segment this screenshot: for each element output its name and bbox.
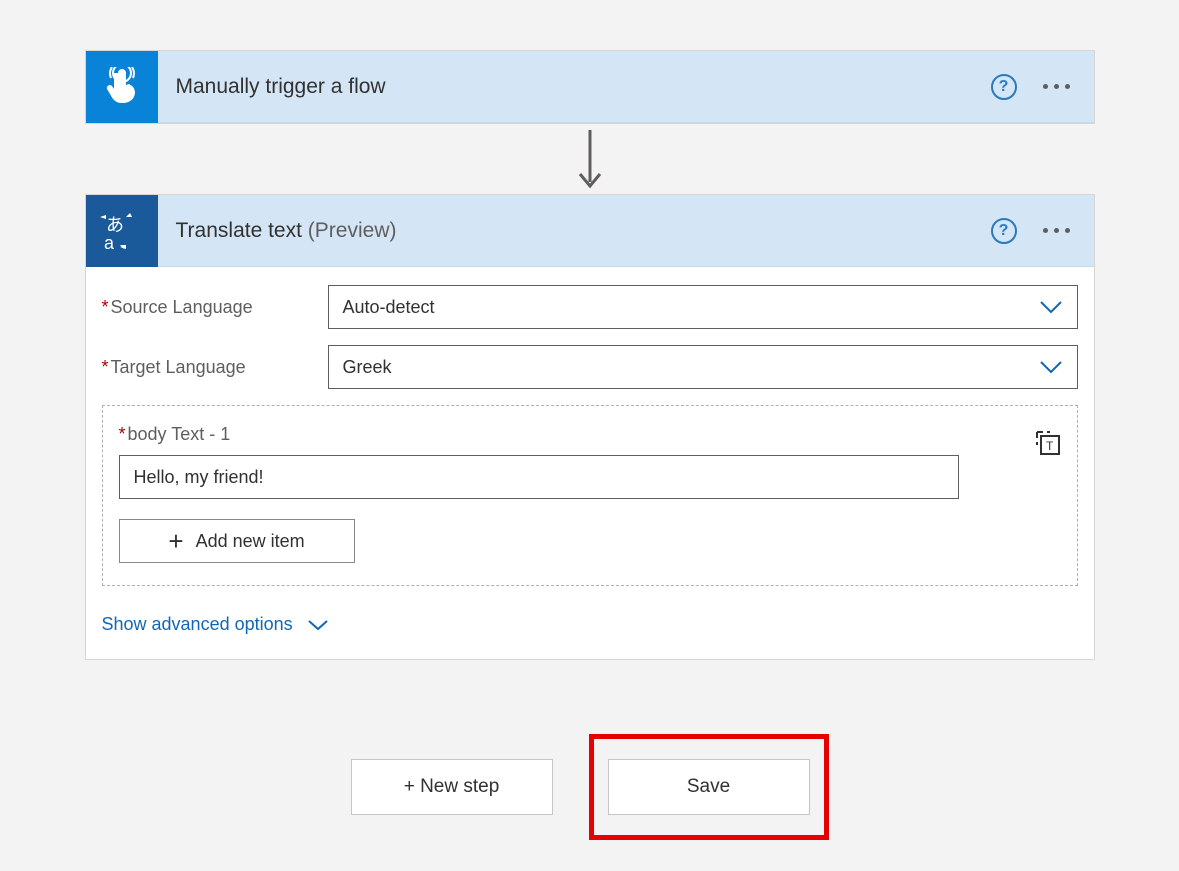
add-new-item-label: Add new item (196, 531, 305, 552)
trigger-title: Manually trigger a flow (176, 75, 991, 99)
help-icon[interactable]: ? (991, 218, 1017, 244)
svg-text:a: a (104, 233, 115, 253)
help-icon[interactable]: ? (991, 74, 1017, 100)
chevron-down-icon (1039, 300, 1063, 314)
add-new-item-button[interactable]: + Add new item (119, 519, 355, 563)
source-language-value: Auto-detect (343, 297, 435, 318)
svg-text:T: T (1046, 439, 1054, 453)
body-text-label: *body Text - 1 (119, 424, 1061, 445)
action-header[interactable]: あ a Translate text (Preview) ? (86, 195, 1094, 267)
new-step-button[interactable]: + New step (351, 759, 553, 815)
chevron-down-icon (1039, 360, 1063, 374)
trigger-card[interactable]: Manually trigger a flow ? (85, 50, 1095, 124)
target-language-label: *Target Language (102, 357, 328, 378)
target-language-select[interactable]: Greek (328, 345, 1078, 389)
advanced-options-label: Show advanced options (102, 614, 293, 635)
more-icon[interactable] (1043, 228, 1070, 233)
target-language-row: *Target Language Greek (102, 345, 1078, 389)
source-language-label: *Source Language (102, 297, 328, 318)
body-text-group: *body Text - 1 T + Add new item (102, 405, 1078, 586)
plus-icon: + (168, 528, 183, 554)
action-title: Translate text (Preview) (176, 219, 991, 243)
trigger-header[interactable]: Manually trigger a flow ? (86, 51, 1094, 123)
more-icon[interactable] (1043, 84, 1070, 89)
action-card: あ a Translate text (Preview) ? (85, 194, 1095, 660)
chevron-down-icon (307, 619, 329, 631)
trigger-header-actions: ? (991, 74, 1094, 100)
connector-arrow-icon (576, 124, 604, 194)
save-highlight-box: Save (589, 734, 829, 840)
footer-buttons: + New step Save (351, 734, 829, 840)
action-preview-badge: (Preview) (308, 219, 397, 242)
action-header-actions: ? (991, 218, 1094, 244)
show-advanced-options-link[interactable]: Show advanced options (102, 614, 1078, 635)
action-body: *Source Language Auto-detect *Target Lan… (86, 267, 1094, 659)
dynamic-content-icon[interactable]: T (1035, 430, 1063, 458)
action-title-text: Translate text (176, 219, 302, 242)
svg-text:あ: あ (106, 215, 124, 235)
translate-icon: あ a (86, 195, 158, 267)
manual-trigger-icon (86, 51, 158, 123)
source-language-row: *Source Language Auto-detect (102, 285, 1078, 329)
body-text-input[interactable] (119, 455, 959, 499)
target-language-value: Greek (343, 357, 392, 378)
flow-canvas: Manually trigger a flow ? あ a (0, 0, 1179, 840)
source-language-select[interactable]: Auto-detect (328, 285, 1078, 329)
save-button[interactable]: Save (608, 759, 810, 815)
